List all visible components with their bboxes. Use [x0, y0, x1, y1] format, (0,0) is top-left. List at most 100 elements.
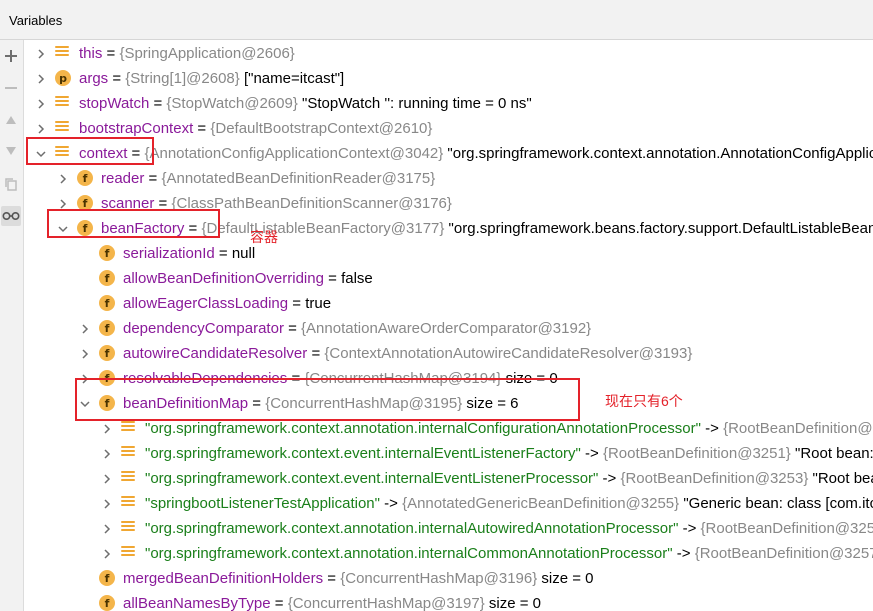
object-reference: {ContextAnnotationAutowireCandidateResol… [324, 345, 693, 362]
chevron-right-icon[interactable] [34, 91, 48, 116]
variable-name: stopWatch [79, 95, 150, 112]
chevron-right-icon[interactable] [78, 316, 92, 341]
tree-row[interactable]: "org.springframework.context.annotation.… [24, 541, 873, 566]
field-icon: f [77, 170, 93, 186]
row-text: stopWatch = {StopWatch@2609} "StopWatch … [79, 94, 532, 114]
tree-row[interactable]: f autowireCandidateResolver = {ContextAnn… [24, 341, 873, 366]
tree-row[interactable]: p args = {String[1]@2608} ["name=itcast"] [24, 66, 873, 91]
field-icon: f [99, 570, 115, 586]
assign-operator: = [193, 120, 211, 137]
tree-row[interactable]: stopWatch = {StopWatch@2609} "StopWatch … [24, 91, 873, 116]
variable-value: true [305, 295, 332, 312]
tree-row[interactable]: f allBeanNamesByType = {ConcurrentHashMap… [24, 591, 873, 611]
object-reference: {AnnotationConfigApplicationContext@3042… [144, 145, 444, 162]
variable-name: "springbootListenerTestApplication" [145, 495, 380, 512]
local-variable-icon [55, 46, 69, 60]
assign-operator: -> [598, 470, 621, 487]
field-icon: f [99, 320, 115, 336]
local-variable-icon [121, 496, 135, 510]
local-variable-icon [121, 521, 135, 535]
move-up-icon[interactable] [0, 110, 22, 130]
chevron-right-icon[interactable] [100, 466, 114, 491]
tree-row[interactable]: f dependencyComparator = {AnnotationAware… [24, 316, 873, 341]
chevron-right-icon[interactable] [34, 41, 48, 66]
highlight-beandefinitionmap [75, 378, 580, 421]
annotation-only-six: 现在只有6个 [605, 393, 683, 409]
object-reference: {RootBeanDefinition@3250} [723, 420, 873, 437]
field-icon: f [99, 270, 115, 286]
row-text: dependencyComparator = {AnnotationAwareO… [123, 319, 591, 339]
row-text: "org.springframework.context.event.inter… [145, 444, 873, 464]
tree-row[interactable]: "springbootListenerTestApplication" -> {… [24, 491, 873, 516]
tree-row[interactable]: f mergedBeanDefinitionHolders = {Concurre… [24, 566, 873, 591]
object-reference: {DefaultListableBeanFactory@3177} [201, 220, 445, 237]
variable-name: allowEagerClassLoading [123, 295, 289, 312]
variable-name: "org.springframework.context.annotation.… [145, 420, 701, 437]
glasses-icon[interactable] [1, 206, 21, 226]
row-text: mergedBeanDefinitionHolders = {Concurren… [123, 569, 594, 589]
remove-icon[interactable] [0, 78, 22, 98]
highlight-context [26, 137, 154, 165]
local-variable-icon [121, 446, 135, 460]
tree-row[interactable]: f serializationId = null [24, 241, 873, 266]
object-reference: {RootBeanDefinition@3256} [700, 520, 873, 537]
variable-name: autowireCandidateResolver [123, 345, 308, 362]
assign-operator: -> [672, 545, 695, 562]
chevron-right-icon[interactable] [100, 516, 114, 541]
variable-name: "org.springframework.context.event.inter… [145, 445, 581, 462]
row-text: "org.springframework.context.event.inter… [145, 469, 873, 489]
tree-row[interactable]: "org.springframework.context.event.inter… [24, 441, 873, 466]
chevron-right-icon[interactable] [78, 341, 92, 366]
chevron-right-icon[interactable] [100, 491, 114, 516]
chevron-right-icon[interactable] [100, 541, 114, 566]
tree-row[interactable]: this = {SpringApplication@2606} [24, 41, 873, 66]
variable-name: mergedBeanDefinitionHolders [123, 570, 324, 587]
row-text: bootstrapContext = {DefaultBootstrapCont… [79, 119, 432, 139]
assign-operator: = [102, 45, 120, 62]
variable-name: "org.springframework.context.annotation.… [145, 520, 679, 537]
assign-operator: = [108, 70, 126, 87]
variable-value: "Root bean: class [org.springframework.c… [794, 445, 873, 462]
chevron-right-icon[interactable] [56, 166, 70, 191]
tree-row[interactable]: "org.springframework.context.annotation.… [24, 516, 873, 541]
tree-row[interactable]: f allowBeanDefinitionOverriding = false [24, 266, 873, 291]
variable-value: "Generic bean: class [com.itcast.Springb… [683, 495, 873, 512]
variable-name: allowBeanDefinitionOverriding [123, 270, 324, 287]
object-reference: {DefaultBootstrapContext@2610} [210, 120, 433, 137]
chevron-right-icon[interactable] [34, 66, 48, 91]
variable-name: reader [101, 170, 145, 187]
variable-name: allBeanNamesByType [123, 595, 271, 611]
tree-row[interactable]: "org.springframework.context.event.inter… [24, 466, 873, 491]
tree-row[interactable]: f reader = {AnnotatedBeanDefinitionReader… [24, 166, 873, 191]
chevron-right-icon[interactable] [100, 441, 114, 466]
assign-operator: = [144, 170, 162, 187]
row-text: autowireCandidateResolver = {ContextAnno… [123, 344, 692, 364]
variable-name: serializationId [123, 245, 215, 262]
move-down-icon[interactable] [0, 141, 22, 161]
copy-icon[interactable] [0, 174, 22, 194]
annotation-container: 容器 [250, 229, 278, 245]
tree-row[interactable]: f allowEagerClassLoading = true [24, 291, 873, 316]
assign-operator: = [323, 270, 342, 287]
object-reference: {StopWatch@2609} [166, 95, 298, 112]
field-icon: f [99, 295, 115, 311]
row-text: context = {AnnotationConfigApplicationCo… [79, 144, 873, 164]
field-icon: f [99, 595, 115, 611]
row-text: this = {SpringApplication@2606} [79, 44, 295, 64]
parameter-icon: p [55, 70, 71, 86]
assign-operator: = [214, 245, 232, 262]
add-icon[interactable] [0, 46, 22, 66]
row-text: args = {String[1]@2608} ["name=itcast"] [79, 69, 344, 89]
variable-name: this [79, 45, 103, 62]
side-toolbar [0, 40, 24, 611]
variable-value: "org.springframework.context.annotation.… [447, 145, 873, 162]
assign-operator: -> [580, 445, 603, 462]
variables-tree: this = {SpringApplication@2606} p args = {… [24, 40, 873, 611]
row-text: "springbootListenerTestApplication" -> {… [145, 494, 873, 514]
assign-operator: -> [700, 420, 724, 437]
object-reference: {AnnotatedGenericBeanDefinition@3255} [402, 495, 680, 512]
panel-title: Variables [9, 13, 63, 28]
object-reference: {SpringApplication@2606} [119, 45, 295, 62]
panel-header: Variables [0, 0, 873, 40]
variable-value: "StopWatch '': running time = 0 ns" [297, 95, 532, 112]
